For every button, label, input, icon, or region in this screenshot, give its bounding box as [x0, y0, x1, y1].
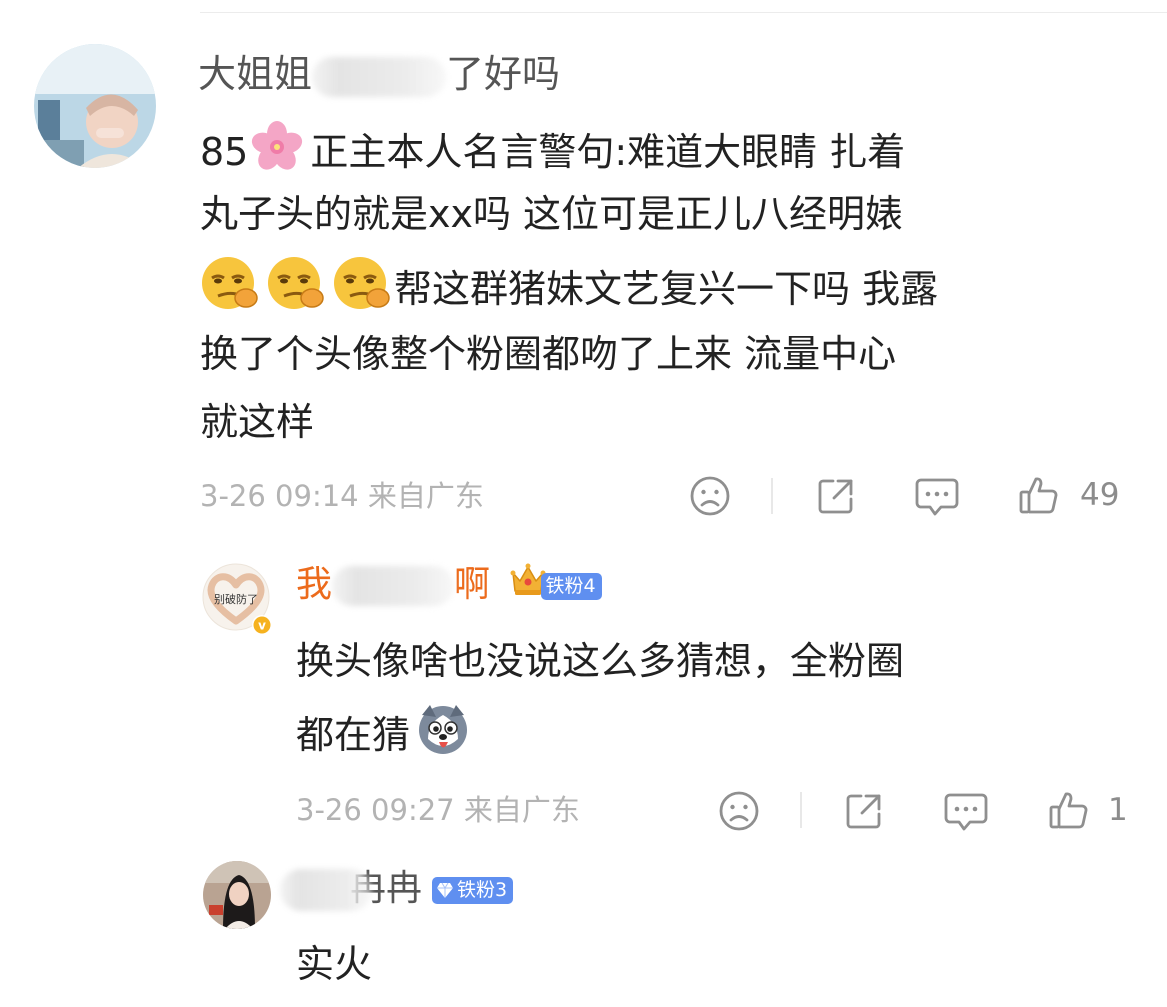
comment-2-username[interactable]: 我 啊 铁粉4 — [296, 560, 602, 611]
cherry-blossom-emoji — [248, 118, 306, 191]
comment-2-avatar[interactable]: v 别破防了 — [202, 563, 272, 635]
comment-3-avatar[interactable] — [203, 861, 271, 929]
sad-face-icon[interactable] — [717, 789, 761, 833]
thumb-up-icon[interactable] — [1047, 789, 1091, 833]
smirk-emoji — [332, 254, 394, 329]
comment-1-avatar[interactable] — [34, 44, 156, 168]
comment-1-username[interactable]: 大姐姐 了好吗 — [198, 50, 560, 98]
username-redaction — [332, 566, 455, 606]
comment-1-line-1: 85 正主本人名言警句:难道大眼睛 扎着 — [200, 118, 905, 191]
sad-face-icon[interactable] — [688, 474, 732, 518]
comment-3-text: 实火 — [296, 942, 373, 986]
svg-text:v: v — [258, 619, 266, 633]
comment-2-timestamp: 3-26 09:27 来自广东 — [296, 793, 580, 827]
like-count: 1 — [1108, 792, 1128, 828]
comment-icon[interactable] — [914, 476, 960, 518]
avatar-caption: 别破防了 — [214, 593, 258, 606]
husky-emoji — [414, 701, 472, 774]
username-visible-start: 我 — [296, 564, 333, 605]
action-separator — [800, 792, 802, 828]
comment-3-username[interactable]: 冉冉 铁粉3 — [280, 864, 514, 914]
top-divider — [200, 12, 1167, 13]
like-count: 49 — [1080, 477, 1120, 513]
share-icon[interactable] — [814, 474, 858, 518]
fan-level-badge: 铁粉3 — [432, 876, 514, 904]
username-visible-end: 啊 — [454, 564, 491, 605]
share-icon[interactable] — [842, 789, 886, 833]
comment-2-line-2: 都在猜 — [296, 701, 472, 774]
smirk-emoji — [266, 254, 328, 329]
comment-1-line-2: 丸子头的就是xx吗 这位可是正儿八经明婊 — [200, 192, 904, 236]
comment-1-line-3: 帮这群猪妹文艺复兴一下吗 我露 — [200, 254, 938, 329]
username-redaction — [280, 869, 372, 911]
thumb-up-icon[interactable] — [1017, 474, 1061, 518]
comment-2-line-1: 换头像啥也没说这么多猜想，全粉圈 — [296, 639, 905, 683]
avatar-photo — [203, 861, 271, 929]
comment-icon[interactable] — [943, 791, 989, 833]
avatar-photo — [34, 44, 156, 168]
action-separator — [771, 478, 773, 514]
comment-1-line-4: 换了个头像整个粉圈都吻了上来 流量中心 — [200, 332, 897, 376]
username-redaction — [312, 56, 447, 97]
smirk-emoji — [200, 254, 262, 329]
fan-level-badge: 铁粉4 — [541, 572, 602, 600]
diamond-icon — [437, 882, 454, 898]
username-visible-start: 大姐姐 — [198, 52, 313, 96]
comment-1-timestamp: 3-26 09:14 来自广东 — [200, 479, 484, 513]
username-visible-end: 了好吗 — [446, 52, 561, 96]
comment-1-line-5: 就这样 — [200, 400, 315, 444]
